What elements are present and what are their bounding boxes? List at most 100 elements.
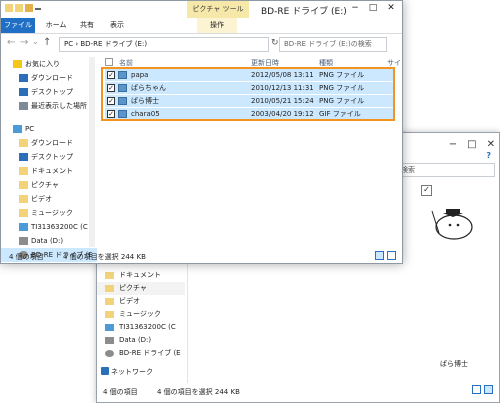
recent-places-icon [19, 102, 28, 110]
new-folder-icon[interactable] [25, 4, 33, 12]
details-view-button[interactable] [472, 385, 481, 394]
nav-item-pictures[interactable]: ピクチャ [97, 282, 185, 295]
nav-item-network[interactable]: ネットワーク [111, 367, 153, 377]
window-title: BD-RE ドライブ (E:) [261, 7, 347, 17]
nav-item-drive-d[interactable]: Data (D:) [1, 234, 97, 248]
pc-icon [13, 125, 22, 133]
help-icon[interactable]: ? [486, 151, 491, 160]
drive-icon [105, 324, 114, 331]
close-button[interactable]: ✕ [487, 139, 495, 150]
address-input[interactable]: PC › BD-RE ドライブ (E:) [59, 37, 269, 52]
navigation-pane: お気に入り ダウンロード デスクトップ 最近表示した場所 PC ダウンロード デ… [1, 57, 97, 262]
documents-icon [105, 272, 114, 279]
nav-item-label: ミュージック [31, 209, 73, 217]
nav-item-desktop[interactable]: デスクトップ [1, 150, 97, 164]
nav-group-pc[interactable]: PC [1, 122, 97, 136]
nav-item-pictures[interactable]: ピクチャ [1, 178, 97, 192]
nav-item-label: ミュージック [119, 310, 161, 318]
recent-locations-icon[interactable]: ⌄ [32, 37, 39, 46]
drive-icon [105, 337, 114, 344]
back-search-input[interactable]: 検索 [397, 163, 495, 177]
nav-item-recent-places[interactable]: 最近表示した場所 [1, 99, 97, 113]
nav-item-music[interactable]: ミュージック [1, 206, 97, 220]
selection-highlight-frame [101, 67, 395, 121]
thumbnail-checkbox[interactable]: ✓ [421, 185, 432, 196]
thumbnail-item[interactable]: ✓ [421, 185, 483, 255]
large-icons-view-button[interactable] [484, 385, 493, 394]
nav-item-videos[interactable]: ビデオ [1, 192, 97, 206]
character-thumbnail-image [431, 209, 473, 240]
properties-icon[interactable] [15, 4, 23, 12]
folder-icon[interactable] [5, 4, 13, 12]
details-view-button[interactable] [375, 251, 384, 260]
customize-icon[interactable] [35, 4, 41, 10]
nav-item-label: ダウンロード [31, 139, 73, 147]
up-arrow-icon[interactable]: ↑ [43, 37, 51, 48]
nav-group-label: PC [25, 125, 35, 133]
tab-share[interactable]: 共有 [75, 18, 99, 33]
tab-view[interactable]: 表示 [105, 18, 129, 33]
nav-item-downloads[interactable]: ダウンロード [1, 136, 97, 150]
nav-item-desktop[interactable]: デスクトップ [1, 85, 97, 99]
nav-item-label: Data (D:) [119, 336, 152, 344]
select-all-checkbox[interactable] [105, 58, 113, 66]
maximize-button[interactable]: □ [364, 1, 382, 16]
minimize-button[interactable]: − [449, 139, 457, 150]
nav-item-music[interactable]: ミュージック [97, 308, 185, 321]
disc-icon [105, 350, 114, 357]
search-input[interactable]: BD-RE ドライブ (E:)の検索 [279, 37, 387, 52]
nav-item-label: TI31363200C (C [31, 223, 88, 231]
maximize-button[interactable]: □ [467, 139, 476, 150]
drive-icon [19, 237, 28, 245]
close-button[interactable]: ✕ [382, 1, 400, 16]
nav-item-label: ビデオ [119, 297, 140, 305]
nav-item-label: デスクトップ [31, 88, 73, 96]
context-tab-picture-tools[interactable]: ピクチャ ツール [187, 1, 249, 19]
view-switcher [472, 385, 493, 394]
window-controls: − □ ✕ [346, 1, 400, 16]
nav-group-favorites[interactable]: お気に入り [1, 57, 97, 71]
nav-item-documents[interactable]: ドキュメント [1, 164, 97, 178]
documents-icon [19, 167, 28, 175]
desktop-icon [19, 88, 28, 96]
desktop-icon [19, 153, 28, 161]
minimize-button[interactable]: − [346, 1, 364, 16]
back-arrow-icon[interactable]: ← [7, 37, 15, 48]
status-selected-info: 4 個の項目を選択 244 KB [63, 253, 146, 261]
music-icon [19, 209, 28, 217]
nav-item-drive-c[interactable]: TI31363200C (C [1, 220, 97, 234]
large-icons-view-button[interactable] [387, 251, 396, 260]
status-selected-info: 4 個の項目を選択 244 KB [157, 388, 240, 396]
star-icon [13, 60, 22, 68]
tab-home[interactable]: ホーム [41, 18, 71, 33]
videos-icon [19, 195, 28, 203]
nav-item-downloads[interactable]: ダウンロード [1, 71, 97, 85]
nav-item-videos[interactable]: ビデオ [97, 295, 185, 308]
nav-item-label: Data (D:) [31, 237, 64, 245]
refresh-icon[interactable]: ↻ [271, 38, 279, 48]
nav-item-documents[interactable]: ドキュメント [97, 269, 185, 282]
navigation-scrollbar[interactable] [89, 57, 95, 247]
back-window-controls: − □ ✕ [449, 139, 495, 150]
nav-item-label: TI31363200C (C [119, 323, 176, 331]
music-icon [105, 311, 114, 318]
forward-arrow-icon[interactable]: → [20, 37, 28, 48]
nav-item-label: ドキュメント [119, 271, 161, 279]
nav-item-drive-c[interactable]: TI31363200C (C [97, 321, 185, 334]
tab-file[interactable]: ファイル [1, 18, 35, 33]
tab-manage[interactable]: 操作 [197, 18, 237, 33]
nav-item-drive-e[interactable]: BD-RE ドライブ (E [97, 347, 185, 360]
downloads-icon [19, 74, 28, 82]
nav-item-label: ダウンロード [31, 74, 73, 82]
downloads-icon [19, 139, 28, 147]
pictures-icon [105, 285, 114, 292]
thumbnail-caption: ぱら博士 [440, 360, 468, 368]
nav-item-label: ドキュメント [31, 167, 73, 175]
back-navigation-pane: ドキュメント ピクチャ ビデオ ミュージック TI31363200C (C Da… [97, 269, 185, 360]
status-item-count: 4 個の項目 [103, 388, 138, 396]
nav-item-label: 最近表示した場所 [31, 102, 87, 110]
nav-item-drive-d[interactable]: Data (D:) [97, 334, 185, 347]
videos-icon [105, 298, 114, 305]
nav-item-label: ビデオ [31, 195, 52, 203]
quick-access-toolbar [5, 4, 41, 12]
